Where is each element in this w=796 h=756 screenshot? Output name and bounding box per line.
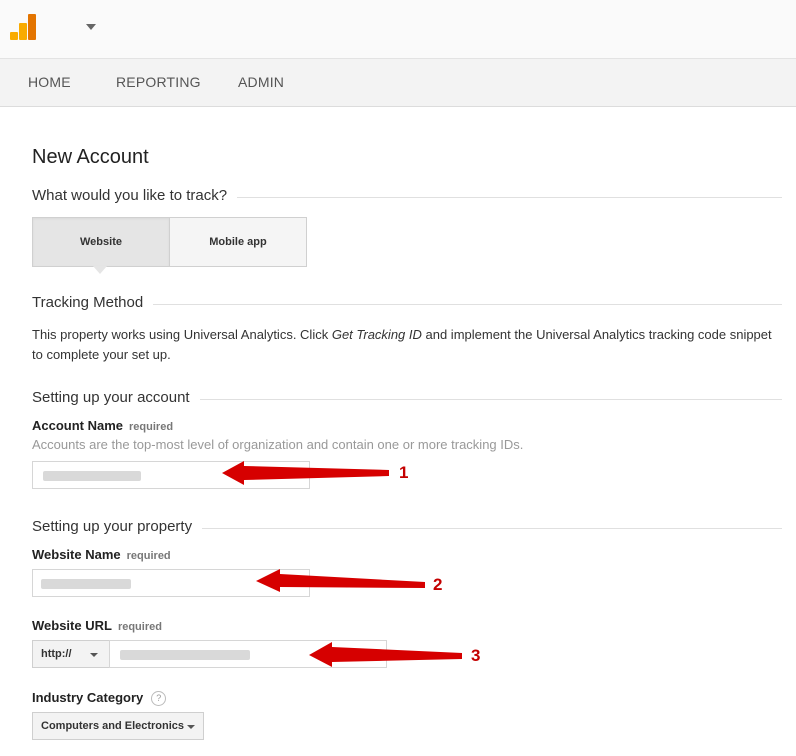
annotation-arrows: [222, 461, 462, 667]
annotation-arrow-1: [222, 461, 389, 485]
annotation-number-3: 3: [471, 646, 481, 665]
annotation-arrow-3: [309, 642, 462, 667]
annotation-number-2: 2: [433, 575, 443, 594]
annotation-number-1: 1: [399, 463, 409, 482]
annotation-arrow-2: [256, 569, 425, 592]
